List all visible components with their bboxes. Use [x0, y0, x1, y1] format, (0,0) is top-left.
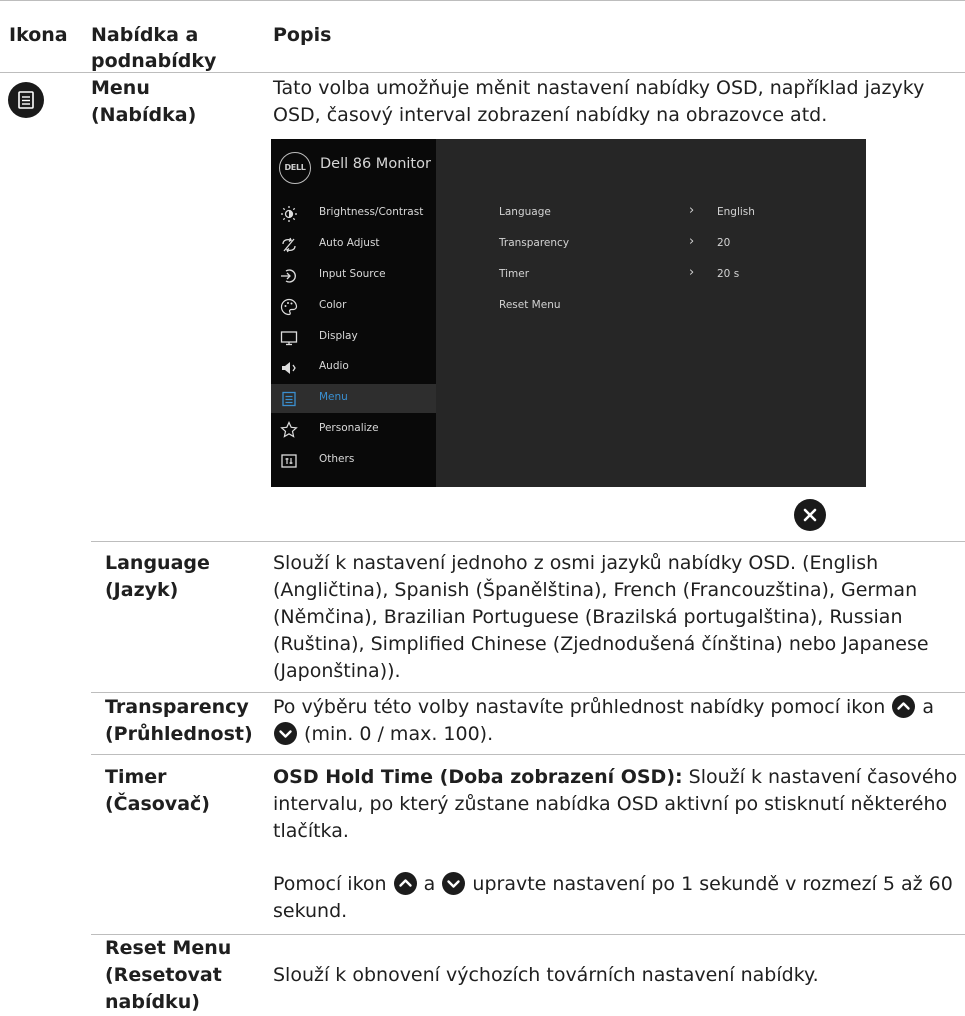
- osd-item-label: Display: [319, 330, 358, 342]
- osd-item-others[interactable]: Others: [271, 446, 436, 475]
- timer-row-description-2: Pomocí ikon a upravte nastavení po 1 sek…: [273, 871, 963, 925]
- header-menu: Nabídka a podnabídky: [91, 24, 217, 72]
- row-divider: [91, 754, 965, 755]
- brightness-icon: [281, 206, 297, 222]
- down-arrow-icon: [442, 872, 466, 895]
- osd-setting-value: English: [717, 206, 755, 218]
- desc-bold-text: OSD Hold Time (Doba zobrazení OSD):: [273, 766, 683, 788]
- osd-item-brightness[interactable]: Brightness/Contrast: [271, 199, 436, 228]
- row-divider: [91, 541, 965, 542]
- desc-text: Po výběru této volby nastavíte průhledno…: [273, 696, 886, 718]
- osd-item-display[interactable]: Display: [271, 323, 436, 352]
- osd-item-label: Brightness/Contrast: [319, 206, 424, 218]
- language-row-name: Language (Jazyk): [105, 552, 210, 601]
- table-top-border: [0, 0, 965, 1]
- osd-setting-label: Reset Menu: [499, 299, 561, 311]
- menu-row-name: Menu (Nabídka): [91, 77, 197, 126]
- osd-screenshot: DELL Dell 86 Monitor Brightness/Contrast…: [271, 139, 866, 487]
- osd-title: Dell 86 Monitor: [320, 156, 431, 172]
- header-desc: Popis: [273, 24, 332, 46]
- desc-text: (min. 0 / max. 100).: [304, 723, 494, 745]
- close-icon[interactable]: [794, 499, 826, 531]
- down-arrow-icon: [274, 722, 297, 745]
- osd-item-label: Personalize: [319, 422, 379, 434]
- osd-item-label: Color: [319, 299, 347, 311]
- osd-setting-value: 20: [717, 237, 731, 249]
- osd-sidebar: DELL Dell 86 Monitor Brightness/Contrast…: [271, 139, 436, 487]
- header-icon: Ikona: [9, 24, 68, 46]
- osd-item-menu[interactable]: Menu: [271, 384, 436, 413]
- osd-item-label: Others: [319, 453, 355, 465]
- osd-item-auto-adjust[interactable]: Auto Adjust: [271, 230, 436, 259]
- up-arrow-icon: [892, 695, 916, 718]
- menu-row-description: Tato volba umožňuje měnit nastavení nabí…: [273, 77, 925, 126]
- desc-text: Pomocí ikon: [273, 873, 387, 895]
- chevron-right-icon: ›: [689, 234, 695, 249]
- osd-item-label: Audio: [319, 360, 349, 372]
- chevron-right-icon: ›: [689, 203, 695, 218]
- desc-text: a: [423, 873, 436, 895]
- osd-item-color[interactable]: Color: [271, 292, 436, 321]
- input-source-icon: [281, 269, 296, 283]
- row-divider: [91, 692, 965, 693]
- speaker-icon: [282, 362, 296, 374]
- osd-item-personalize[interactable]: Personalize: [271, 415, 436, 444]
- auto-adjust-icon: [282, 237, 296, 253]
- transparency-row-name: Transparency (Průhlednost): [105, 696, 253, 745]
- transparency-row-description: Po výběru této volby nastavíte průhledno…: [273, 694, 963, 748]
- language-row-description: Slouží k nastavení jednoho z osmi jazyků…: [273, 552, 929, 682]
- reset-row-description: Slouží k obnovení výchozích továrních na…: [273, 964, 819, 986]
- osd-item-audio[interactable]: Audio: [271, 353, 436, 382]
- dell-logo: DELL: [279, 152, 311, 184]
- display-monitor-icon: [280, 331, 298, 346]
- menu-list-icon: [8, 82, 44, 118]
- desc-text: a: [922, 696, 935, 718]
- header-divider: [0, 72, 965, 73]
- timer-row-name: Timer (Časovač): [105, 766, 210, 815]
- osd-item-label: Menu: [319, 391, 348, 403]
- chevron-right-icon: ›: [689, 265, 695, 280]
- menu-list-icon: [282, 391, 296, 407]
- osd-setting-value: 20 s: [717, 268, 740, 280]
- osd-item-input-source[interactable]: Input Source: [271, 261, 436, 290]
- osd-setting-label: Language: [499, 206, 551, 218]
- up-arrow-icon: [393, 872, 417, 895]
- reset-row-name: Reset Menu (Resetovat nabídku): [105, 937, 232, 1013]
- timer-row-description: OSD Hold Time (Doba zobrazení OSD): Slou…: [273, 764, 963, 845]
- others-icon: [281, 454, 297, 468]
- osd-item-label: Auto Adjust: [319, 237, 380, 249]
- osd-item-label: Input Source: [319, 268, 386, 280]
- star-icon: [280, 421, 298, 438]
- color-palette-icon: [280, 298, 298, 316]
- osd-setting-label: Timer: [499, 268, 530, 280]
- osd-setting-label: Transparency: [499, 237, 570, 249]
